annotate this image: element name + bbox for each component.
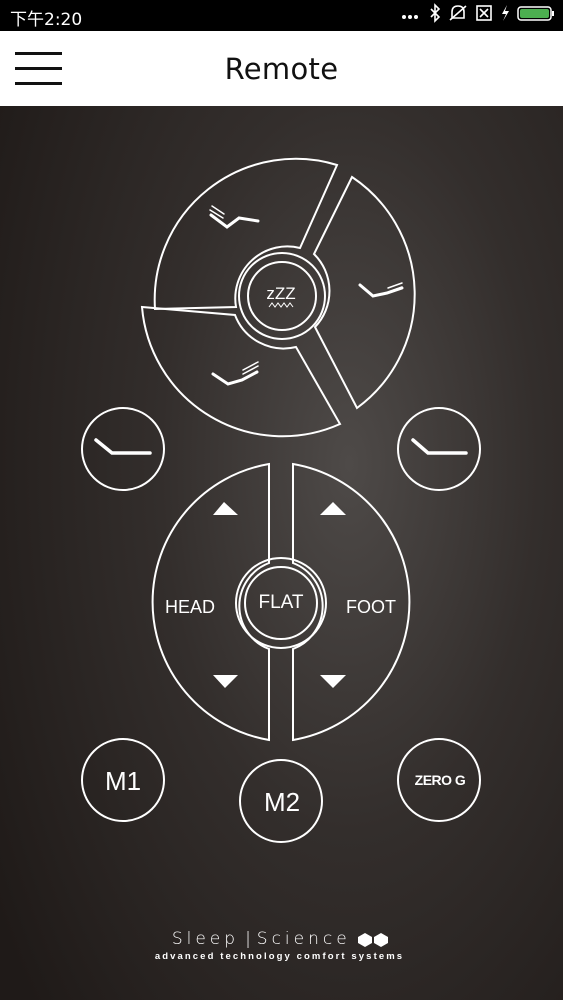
bed-incline-left-icon bbox=[94, 438, 152, 455]
preset-head-foot-up-button[interactable] bbox=[312, 175, 416, 410]
preset-right-button[interactable] bbox=[397, 407, 481, 491]
sleep-wave-icon bbox=[268, 302, 294, 308]
page-title: Remote bbox=[224, 52, 339, 86]
brand-name: Sleep | Science bbox=[0, 929, 563, 949]
head-up-arrow-icon[interactable] bbox=[213, 502, 238, 515]
battery-icon bbox=[517, 6, 554, 21]
m1-label: M1 bbox=[105, 766, 141, 796]
preset-foot-up-button[interactable] bbox=[140, 305, 342, 438]
preset-left-button[interactable] bbox=[81, 407, 165, 491]
remote-panel: zZZ FLAT HEAD FOOT M1 M2 ZERO G Sleep | Sc… bbox=[0, 106, 563, 1000]
bluetooth-icon bbox=[430, 3, 441, 23]
alarm-off-icon bbox=[449, 5, 467, 21]
m2-label: M2 bbox=[264, 787, 300, 817]
foot-label: FOOT bbox=[346, 597, 396, 617]
bed-incline-right-icon bbox=[411, 438, 468, 455]
foot-down-arrow-icon[interactable] bbox=[320, 675, 346, 688]
sim-off-icon bbox=[476, 5, 492, 21]
status-time: 下午2:20 bbox=[10, 10, 83, 30]
bed-head-foot-up-icon bbox=[358, 282, 404, 298]
bed-foot-up-icon bbox=[211, 361, 259, 386]
flat-label: FLAT bbox=[258, 592, 303, 613]
remote-control: zZZ FLAT HEAD FOOT M1 M2 ZERO G bbox=[81, 157, 481, 843]
sleep-label: zZZ bbox=[266, 284, 295, 303]
brand-name-left: Sleep bbox=[171, 929, 240, 949]
status-icons bbox=[400, 3, 555, 23]
status-bar: 下午2:20 bbox=[0, 0, 563, 31]
head-label: HEAD bbox=[165, 597, 215, 617]
brand-tagline: advanced technology comfort systems bbox=[154, 951, 405, 962]
foot-up-arrow-icon[interactable] bbox=[320, 502, 346, 515]
brand-name-right: Science bbox=[256, 929, 351, 949]
bed-head-up-icon bbox=[209, 205, 260, 229]
hexagon-dots-icon bbox=[358, 932, 389, 947]
brand-divider: | bbox=[245, 929, 251, 949]
app-header: Remote bbox=[0, 31, 563, 106]
zerog-label: ZERO G bbox=[415, 772, 466, 788]
brand-logo: Sleep | Science advanced technology comfor… bbox=[0, 929, 563, 962]
preset-head-up-button[interactable] bbox=[153, 157, 339, 311]
head-down-arrow-icon[interactable] bbox=[213, 675, 238, 688]
charging-icon bbox=[502, 5, 509, 21]
more-dots-icon bbox=[402, 15, 418, 19]
